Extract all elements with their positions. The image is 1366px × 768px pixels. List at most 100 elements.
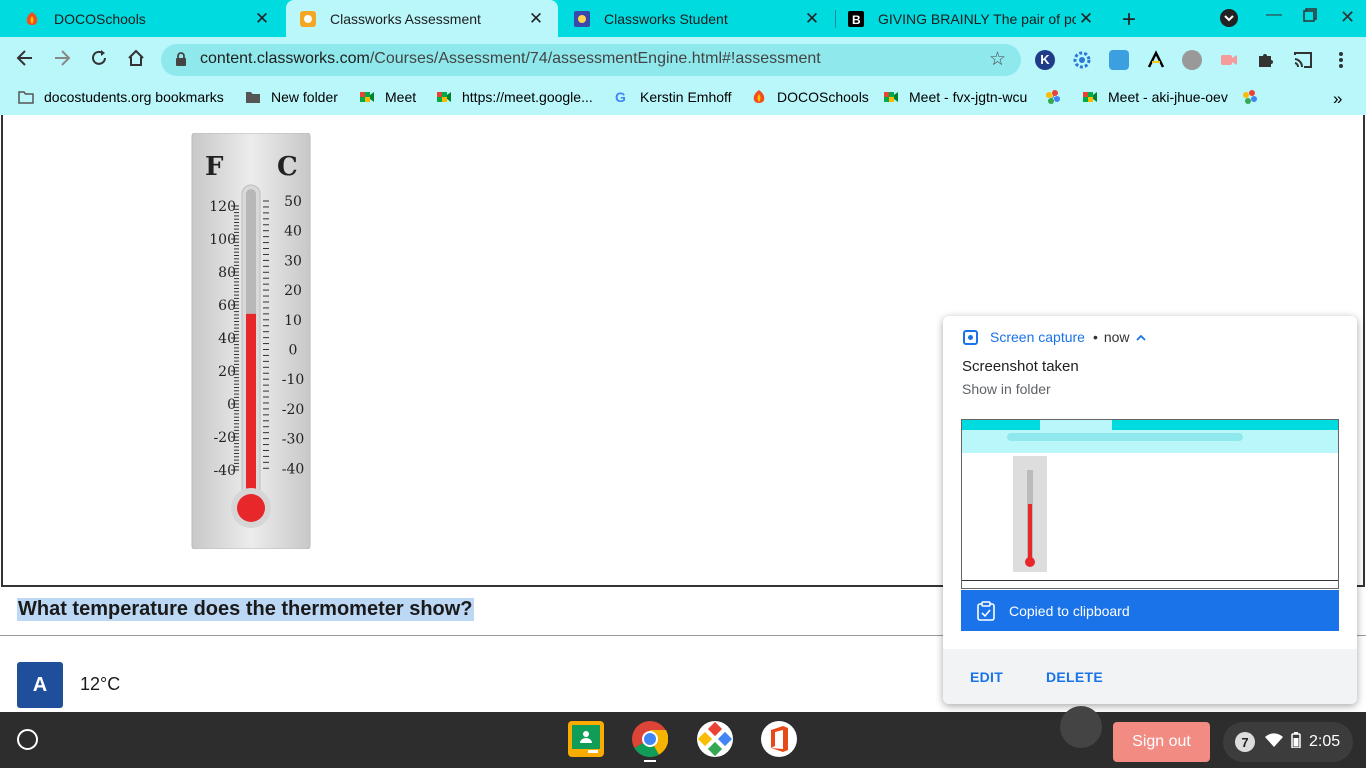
window-close-icon[interactable]: ✕ bbox=[1340, 7, 1355, 28]
reload-icon[interactable] bbox=[89, 48, 109, 74]
tab-classworks-assessment[interactable]: Classworks Assessment ✕ bbox=[286, 0, 558, 37]
extension-gear-icon[interactable] bbox=[1072, 50, 1092, 70]
url-text[interactable]: content.classworks.com/Courses/Assessmen… bbox=[200, 50, 821, 68]
bookmark-label: https://meet.google... bbox=[462, 89, 593, 105]
meet-icon bbox=[436, 89, 452, 105]
bookmark-docostudents[interactable]: docostudents.org bookmarks bbox=[18, 89, 224, 105]
extension-cloud-icon[interactable] bbox=[1109, 50, 1129, 70]
new-tab-icon[interactable]: + bbox=[1122, 6, 1136, 34]
bookmark-pinwheel-2[interactable] bbox=[1242, 89, 1268, 105]
fahrenheit-tick-label: 100 bbox=[209, 232, 236, 248]
extension-a-icon[interactable] bbox=[1146, 50, 1166, 70]
meet-icon bbox=[1082, 89, 1098, 105]
bookmark-meet[interactable]: Meet bbox=[359, 89, 416, 105]
bookmark-kerstin[interactable]: G Kerstin Emhoff bbox=[614, 89, 732, 105]
svg-text:B: B bbox=[852, 13, 861, 27]
bookmark-label: docostudents.org bookmarks bbox=[44, 89, 224, 105]
screen-capture-icon bbox=[963, 329, 978, 345]
pinwheel-icon bbox=[1242, 89, 1258, 105]
celsius-tick-label: -40 bbox=[282, 461, 305, 477]
minimize-icon[interactable]: — bbox=[1266, 6, 1282, 24]
notification-source: Screen capture bbox=[990, 329, 1085, 345]
tab-classworks-student[interactable]: Classworks Student ✕ bbox=[560, 0, 834, 37]
extension-k-icon[interactable]: K bbox=[1035, 50, 1055, 70]
chevron-up-icon[interactable] bbox=[1135, 329, 1146, 345]
fahrenheit-tick-label: 120 bbox=[209, 199, 236, 215]
wifi-icon bbox=[1265, 732, 1283, 752]
bookmark-pinwheel[interactable] bbox=[1045, 89, 1071, 105]
tab-label: DOCOSchools bbox=[54, 10, 146, 27]
svg-text:G: G bbox=[615, 89, 626, 105]
answer-option-a-text[interactable]: 12°C bbox=[80, 674, 120, 695]
bookmark-label: Meet - aki-jhue-oev bbox=[1108, 89, 1228, 105]
screenshot-thumbnail[interactable] bbox=[961, 419, 1339, 589]
bookmark-meet-aki[interactable]: Meet - aki-jhue-oev bbox=[1082, 89, 1228, 105]
docoschools-icon bbox=[24, 11, 40, 27]
classworks-student-icon bbox=[574, 10, 590, 27]
back-icon[interactable] bbox=[15, 48, 35, 74]
celsius-label: C bbox=[277, 152, 298, 182]
google-classroom-app-icon[interactable] bbox=[568, 721, 604, 757]
notification-count-badge: 7 bbox=[1235, 732, 1255, 752]
google-icon: G bbox=[614, 89, 630, 105]
mercury-column bbox=[246, 313, 256, 508]
answer-option-a-button[interactable]: A bbox=[17, 662, 63, 708]
chrome-app-icon[interactable] bbox=[632, 721, 669, 758]
folder-icon bbox=[245, 89, 261, 105]
tab-brainly[interactable]: B GIVING BRAINLY The pair of poly ✕ bbox=[836, 0, 1108, 37]
celsius-tick-label: -30 bbox=[282, 432, 305, 448]
bookmarks-overflow-icon[interactable]: » bbox=[1333, 89, 1342, 109]
bookmark-star-icon[interactable]: ☆ bbox=[989, 48, 1006, 71]
notification-footer bbox=[943, 649, 1357, 704]
close-icon[interactable]: ✕ bbox=[802, 9, 822, 29]
bookmark-docoschools[interactable]: DOCOSchools bbox=[751, 89, 869, 105]
home-icon[interactable] bbox=[126, 48, 146, 74]
edit-button[interactable]: EDIT bbox=[970, 669, 1003, 685]
celsius-tick-label: 20 bbox=[284, 283, 302, 299]
cast-icon[interactable] bbox=[1293, 50, 1313, 70]
tab-docoschools[interactable]: DOCOSchools ✕ bbox=[0, 0, 284, 37]
status-tray[interactable]: 7 2:05 bbox=[1223, 722, 1353, 762]
bookmark-meet-fvx[interactable]: Meet - fvx-jgtn-wcu bbox=[883, 89, 1027, 105]
tab-search-icon[interactable] bbox=[1220, 9, 1238, 32]
bookmark-new-folder[interactable]: New folder bbox=[245, 89, 338, 105]
show-in-folder-link[interactable]: Show in folder bbox=[962, 381, 1051, 397]
forward-icon[interactable] bbox=[52, 48, 72, 74]
notification-header[interactable]: Screen capture • now bbox=[963, 329, 1146, 345]
close-icon[interactable]: ✕ bbox=[252, 9, 272, 29]
bookmark-label: DOCOSchools bbox=[777, 89, 869, 105]
brainly-icon: B bbox=[848, 10, 864, 27]
fahrenheit-tick-label: -20 bbox=[213, 430, 236, 446]
fahrenheit-tick-label: -40 bbox=[213, 463, 236, 479]
tab-label: GIVING BRAINLY The pair of poly bbox=[878, 10, 1076, 27]
fahrenheit-tick-label: 20 bbox=[218, 364, 236, 380]
restore-icon[interactable] bbox=[1303, 8, 1317, 27]
office-app-icon[interactable] bbox=[761, 721, 797, 757]
close-icon[interactable]: ✕ bbox=[526, 9, 546, 29]
copied-label: Copied to clipboard bbox=[1009, 602, 1130, 619]
fahrenheit-tick-label: 40 bbox=[218, 331, 236, 347]
menu-kebab-icon[interactable] bbox=[1331, 50, 1351, 70]
extensions-puzzle-icon[interactable] bbox=[1256, 50, 1276, 70]
games-app-icon[interactable] bbox=[697, 721, 733, 757]
tab-label: Classworks Student bbox=[604, 10, 728, 27]
extension-screencast-icon[interactable] bbox=[1219, 50, 1239, 70]
sign-out-button[interactable]: Sign out bbox=[1113, 722, 1210, 762]
delete-button[interactable]: DELETE bbox=[1046, 669, 1103, 685]
launcher-icon[interactable] bbox=[17, 729, 38, 750]
thermometer-image: F C 120100806040200-20-40 50403020100-10… bbox=[191, 133, 311, 549]
url-path: /Courses/Assessment/74/assessmentEngine.… bbox=[369, 50, 821, 67]
notification-time-dot: • bbox=[1092, 329, 1098, 345]
lock-icon[interactable] bbox=[175, 52, 187, 66]
fahrenheit-label: F bbox=[205, 152, 224, 182]
close-icon[interactable]: ✕ bbox=[1076, 9, 1096, 29]
notification-title: Screenshot taken bbox=[962, 358, 1079, 375]
celsius-tick-label: 0 bbox=[289, 343, 298, 359]
docoschools-icon bbox=[751, 89, 767, 105]
bookmark-meet-google[interactable]: https://meet.google... bbox=[436, 89, 593, 105]
celsius-tick-label: 10 bbox=[284, 313, 302, 329]
bookmark-label: Meet bbox=[385, 89, 417, 105]
screenshot-notification: Screen capture • now Screenshot taken Sh… bbox=[943, 316, 1357, 704]
fahrenheit-tick-label: 60 bbox=[218, 298, 236, 314]
extension-circle-icon[interactable] bbox=[1182, 50, 1202, 70]
